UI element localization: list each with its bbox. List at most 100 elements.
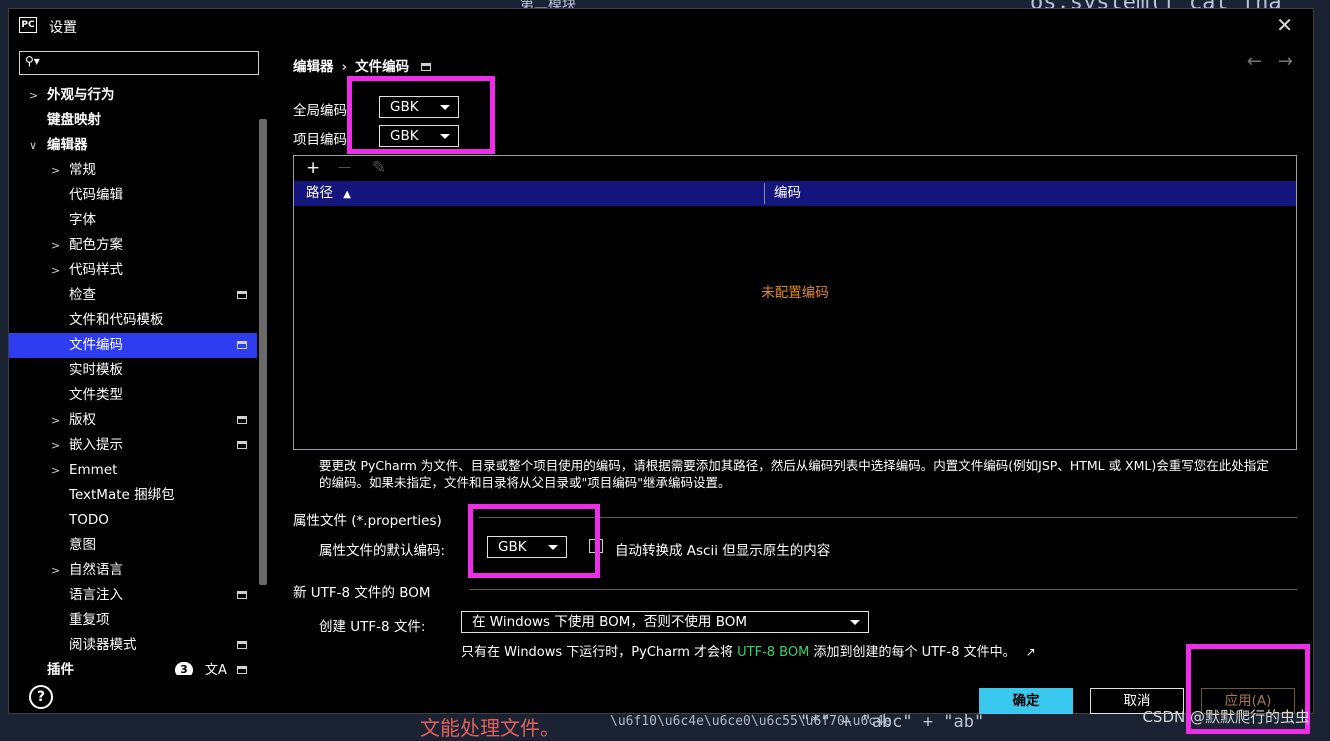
sidebar-item-label: 意图	[69, 537, 96, 553]
sidebar-item-label: TextMate 捆绑包	[69, 487, 175, 503]
project-scope-icon	[421, 63, 432, 71]
sidebar-item[interactable]: 重复项	[9, 608, 257, 633]
bom-hint-text: 只有在 Windows 下运行时，PyCharm 才会将	[461, 645, 738, 660]
edit-icon[interactable]: ✎	[372, 156, 386, 180]
title-bar: PC 设置 ✕	[9, 9, 1313, 41]
project-encoding-value: GBK	[390, 128, 419, 144]
transparent-native-ascii-checkbox[interactable]	[589, 539, 603, 553]
background-code-bottom-left: 文能处理文件。	[420, 716, 560, 740]
sidebar-item[interactable]: > 常规	[9, 158, 257, 183]
breadcrumb-parent[interactable]: 编辑器	[293, 59, 334, 75]
table-header: 路径 ▲ 编码	[294, 181, 1296, 206]
chevron-right-icon[interactable]: >	[51, 558, 60, 583]
sidebar-item[interactable]: 代码编辑	[9, 183, 257, 208]
sidebar-item[interactable]: ∨ 编辑器	[9, 133, 257, 158]
forward-arrow-icon[interactable]: →	[1278, 51, 1293, 72]
project-encoding-dropdown[interactable]: GBK	[379, 125, 459, 147]
sidebar-item[interactable]: 键盘映射	[9, 108, 257, 133]
settings-search-input[interactable]: ⚲▾	[19, 51, 259, 75]
sidebar-item[interactable]: > 代码样式	[9, 258, 257, 283]
sidebar-item-label: 检查	[69, 287, 96, 303]
sidebar-item-label: 文件和代码模板	[69, 312, 164, 328]
project-scope-icon	[237, 441, 247, 449]
global-encoding-dropdown[interactable]: GBK	[379, 96, 459, 118]
chevron-right-icon[interactable]: >	[51, 433, 60, 458]
column-header-path[interactable]: 路径 ▲	[306, 181, 351, 206]
global-encoding-label: 全局编码:	[293, 103, 352, 119]
settings-sidebar: ⚲▾ > 外观与行为 键盘映射 ∨ 编辑器 > 常规 代码编辑 字体 > 配色方案 > 代码样式 检查 文件…	[9, 41, 269, 675]
sidebar-item[interactable]: 实时模板	[9, 358, 257, 383]
settings-dialog: PC 设置 ✕ ⚲▾ > 外观与行为 键盘映射 ∨ 编辑器 > 常规 代码编辑 字体 > 配色方案 >…	[8, 8, 1314, 714]
sidebar-item-label: 配色方案	[69, 237, 123, 253]
sidebar-item[interactable]: 检查	[9, 283, 257, 308]
sidebar-item[interactable]: 插件 3 文A	[9, 658, 257, 675]
sidebar-item-label: 重复项	[69, 612, 110, 628]
settings-content: 编辑器 › 文件编码 ← → 全局编码: GBK 项目编码: GBK + — ✎ 路径…	[269, 41, 1309, 675]
close-icon[interactable]: ✕	[1276, 13, 1293, 37]
sidebar-item[interactable]: TextMate 捆绑包	[9, 483, 257, 508]
chevron-down-icon[interactable]: ∨	[29, 133, 37, 158]
sidebar-item[interactable]: 阅读器模式	[9, 633, 257, 658]
external-link-icon[interactable]: ↗	[1026, 645, 1036, 659]
properties-encoding-dropdown[interactable]: GBK	[487, 536, 567, 558]
sort-ascending-icon: ▲	[343, 189, 351, 200]
sidebar-item[interactable]: TODO	[9, 508, 257, 533]
sidebar-item-label: 文件类型	[69, 387, 123, 403]
chevron-down-icon	[440, 105, 450, 110]
sidebar-item[interactable]: > 配色方案	[9, 233, 257, 258]
column-path-label: 路径	[306, 185, 333, 201]
bom-hint-text-end: 添加到创建的每个 UTF-8 文件中。	[809, 645, 1016, 660]
chevron-right-icon[interactable]: >	[51, 233, 60, 258]
sidebar-item[interactable]: 文件编码	[9, 333, 257, 358]
sidebar-item[interactable]: > 版权	[9, 408, 257, 433]
utf8-bom-link[interactable]: UTF-8 BOM	[737, 645, 809, 660]
sidebar-item[interactable]: > 嵌入提示	[9, 433, 257, 458]
create-utf8-bom-dropdown[interactable]: 在 Windows 下使用 BOM，否则不使用 BOM	[461, 611, 869, 633]
sidebar-item[interactable]: 意图	[9, 533, 257, 558]
properties-encoding-value: GBK	[498, 539, 527, 555]
bom-section-divider	[469, 589, 1297, 590]
remove-icon[interactable]: —	[338, 156, 351, 180]
sidebar-item-label: 键盘映射	[47, 112, 101, 128]
chevron-right-icon[interactable]: >	[29, 83, 38, 108]
chevron-down-icon	[440, 134, 450, 139]
project-scope-icon	[237, 591, 247, 599]
add-icon[interactable]: +	[306, 156, 320, 180]
history-nav: ← →	[1231, 51, 1293, 72]
create-utf8-bom-value: 在 Windows 下使用 BOM，否则不使用 BOM	[472, 614, 748, 630]
chevron-right-icon[interactable]: >	[51, 258, 60, 283]
empty-table-message: 未配置编码	[761, 285, 829, 301]
column-header-encoding[interactable]: 编码	[774, 181, 801, 206]
properties-default-encoding-label: 属性文件的默认编码:	[319, 543, 446, 559]
pycharm-logo-icon: PC	[19, 17, 37, 33]
ok-button[interactable]: 确定	[979, 688, 1073, 714]
back-arrow-icon[interactable]: ←	[1247, 51, 1262, 72]
chevron-right-icon[interactable]: >	[51, 408, 60, 433]
sidebar-item[interactable]: 文件和代码模板	[9, 308, 257, 333]
watermark: CSDN @默默爬行的虫虫	[1142, 708, 1310, 726]
sidebar-item[interactable]: > 自然语言	[9, 558, 257, 583]
breadcrumb: 编辑器 › 文件编码	[293, 55, 432, 75]
project-scope-icon	[237, 291, 247, 299]
bom-section-title: 新 UTF-8 文件的 BOM	[293, 585, 431, 601]
column-divider[interactable]	[764, 183, 765, 204]
chevron-right-icon[interactable]: >	[51, 458, 60, 483]
sidebar-item[interactable]: > 外观与行为	[9, 83, 257, 108]
table-toolbar: + — ✎	[294, 156, 1296, 180]
updates-badge: 3	[175, 662, 193, 675]
create-utf8-label: 创建 UTF-8 文件:	[319, 619, 426, 635]
sidebar-item[interactable]: 语言注入	[9, 583, 257, 608]
project-encoding-label: 项目编码:	[293, 132, 352, 148]
help-icon[interactable]: ?	[29, 685, 53, 709]
sidebar-scrollbar[interactable]	[259, 119, 267, 585]
sidebar-item[interactable]: 字体	[9, 208, 257, 233]
global-encoding-value: GBK	[390, 99, 419, 115]
sidebar-item[interactable]: > Emmet	[9, 458, 257, 483]
sidebar-item-label: 自然语言	[69, 562, 123, 578]
sidebar-item-label: 阅读器模式	[69, 637, 137, 653]
chevron-right-icon[interactable]: >	[51, 158, 60, 183]
sidebar-item[interactable]: 文件类型	[9, 383, 257, 408]
sidebar-item-label: 文件编码	[69, 337, 123, 353]
sidebar-item-label: TODO	[69, 512, 109, 528]
sidebar-item-label: 嵌入提示	[69, 437, 123, 453]
